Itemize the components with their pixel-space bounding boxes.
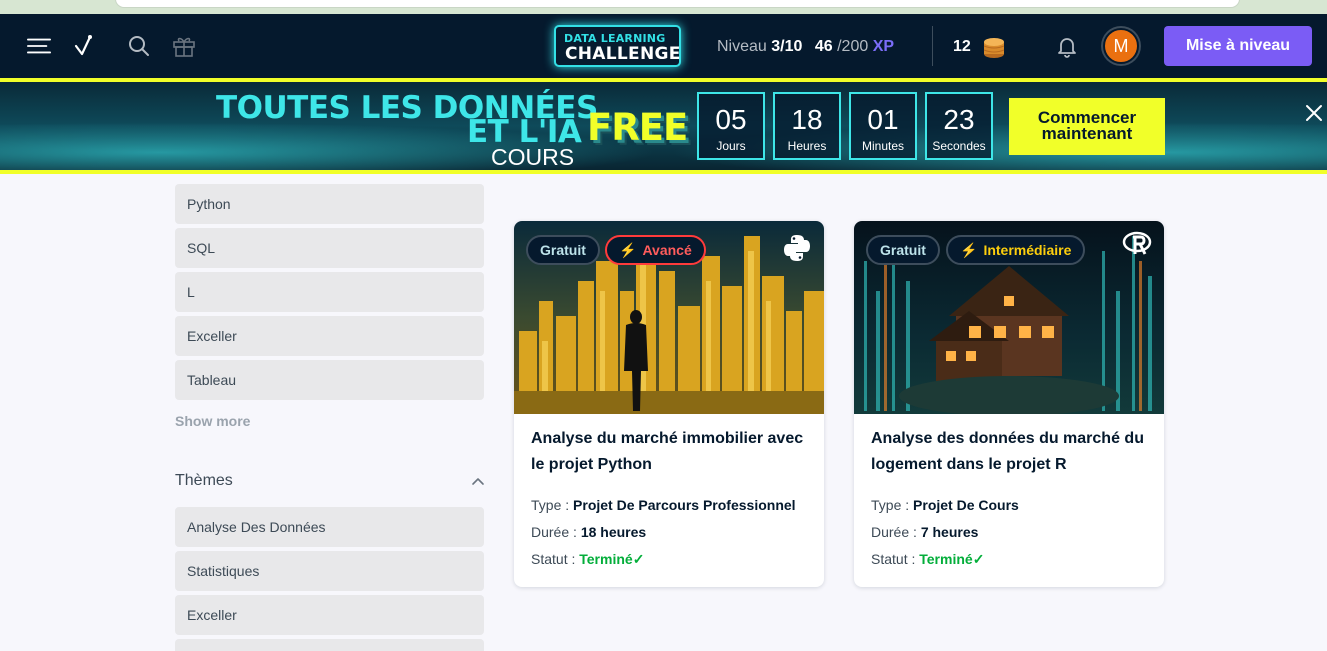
show-more-link[interactable]: Show more xyxy=(175,413,250,429)
nav-divider xyxy=(932,26,933,66)
check-icon: ✓ xyxy=(632,551,645,567)
filter-item-excel[interactable]: Exceller xyxy=(175,316,484,356)
promo-free-label: FREE xyxy=(587,106,688,149)
gift-icon[interactable] xyxy=(172,34,196,58)
level-badge-intermediate: ⚡ Intermédiaire xyxy=(946,235,1086,265)
theme-item-statistics[interactable]: Statistiques xyxy=(175,551,484,591)
type-label: Type : xyxy=(531,497,570,513)
promo-banner: TOUTES LES DONNÉES ET L'IA COURS FREE 05… xyxy=(0,78,1327,174)
status-label: Statut : xyxy=(531,551,576,567)
free-badge: Gratuit xyxy=(866,235,940,265)
filter-item-python[interactable]: Python xyxy=(175,184,484,224)
python-icon xyxy=(782,233,812,263)
duration-value: 7 heures xyxy=(920,524,979,540)
xp-unit: XP xyxy=(872,38,895,55)
level-value: 3/10 xyxy=(771,38,803,55)
card-type: Type : Projet De Parcours Professionnel xyxy=(531,497,796,513)
level-indicator: Niveau 3/10 46 /200 XP xyxy=(717,38,894,56)
search-icon[interactable] xyxy=(127,34,151,58)
timer-hours-unit: Heures xyxy=(787,139,827,153)
status-label: Statut : xyxy=(871,551,916,567)
filter-item-tableau[interactable]: Tableau xyxy=(175,360,484,400)
start-now-button[interactable]: Commencer maintenant xyxy=(1009,98,1165,155)
card-duration: Durée : 7 heures xyxy=(871,524,978,540)
status-value: Terminé xyxy=(579,551,633,567)
upgrade-button[interactable]: Mise à niveau xyxy=(1164,26,1312,66)
timer-hours: 18 Heures xyxy=(773,92,841,160)
type-value: Projet De Cours xyxy=(913,497,1019,513)
timer-days-unit: Jours xyxy=(716,139,746,153)
duration-value: 18 heures xyxy=(580,524,647,540)
logo-line2: CHALLENGE xyxy=(565,44,681,64)
timer-minutes-unit: Minutes xyxy=(861,139,905,153)
timer-seconds-unit: Secondes xyxy=(932,139,986,153)
level-badge-advanced: ⚡ Avancé xyxy=(605,235,706,265)
status-value: Terminé xyxy=(919,551,973,567)
timer-days: 05 Jours xyxy=(697,92,765,160)
promo-headline-line3: COURS xyxy=(491,144,575,170)
level-badge-label: Intermédiaire xyxy=(983,242,1072,258)
theme-item-data-analysis[interactable]: Analyse Des Données xyxy=(175,507,484,547)
lightning-icon: ⚡ xyxy=(960,241,978,258)
lightning-icon: ⚡ xyxy=(619,241,637,258)
xp-current: 46 xyxy=(814,38,833,55)
type-value: Projet De Parcours Professionnel xyxy=(573,497,796,513)
coin-stack-icon xyxy=(982,33,1006,59)
card-duration: Durée : 18 heures xyxy=(531,524,646,540)
xp-max: /200 xyxy=(837,38,869,55)
timer-seconds-value: 23 xyxy=(943,104,975,135)
browser-top-strip xyxy=(0,0,1327,14)
challenge-logo[interactable]: DATA LEARNING CHALLENGE xyxy=(554,25,681,67)
level-badge-label: Avancé xyxy=(642,242,692,258)
datacamp-logo-icon[interactable] xyxy=(72,34,96,58)
project-card[interactable]: Gratuit ⚡ Intermédiaire Analyse des donn… xyxy=(854,221,1164,587)
duration-label: Durée : xyxy=(871,524,917,540)
card-title[interactable]: Analyse du marché immobilier avec le pro… xyxy=(531,426,816,478)
free-badge: Gratuit xyxy=(526,235,600,265)
close-icon[interactable] xyxy=(1305,104,1327,126)
avatar[interactable]: M xyxy=(1103,28,1139,64)
coin-count: 12 xyxy=(953,38,971,55)
timer-hours-value: 18 xyxy=(791,104,823,135)
duration-label: Durée : xyxy=(531,524,577,540)
card-status: Statut : Terminé✓ xyxy=(871,551,984,568)
timer-days-value: 05 xyxy=(715,104,747,135)
project-card[interactable]: Gratuit ⚡ Avancé Analyse du marché immob… xyxy=(514,221,824,587)
browser-address-bar[interactable] xyxy=(115,0,1240,8)
type-label: Type : xyxy=(871,497,910,513)
check-icon: ✓ xyxy=(972,551,985,567)
timer-seconds: 23 Secondes xyxy=(925,92,993,160)
theme-item-excel[interactable]: Exceller xyxy=(175,595,484,635)
themes-section-title[interactable]: Thèmes xyxy=(175,472,233,490)
timer-minutes-value: 01 xyxy=(867,104,899,135)
menu-icon[interactable] xyxy=(27,34,51,58)
top-navigation: DATA LEARNING CHALLENGE Niveau 3/10 46 /… xyxy=(0,14,1327,78)
bell-icon[interactable] xyxy=(1055,34,1079,58)
timer-minutes: 01 Minutes xyxy=(849,92,917,160)
card-type: Type : Projet De Cours xyxy=(871,497,1019,513)
theme-item-partial[interactable] xyxy=(175,639,484,651)
chevron-up-icon[interactable] xyxy=(470,474,486,490)
card-status: Statut : Terminé✓ xyxy=(531,551,644,568)
level-label: Niveau xyxy=(717,38,767,55)
filter-item-r[interactable]: L xyxy=(175,272,484,312)
card-title[interactable]: Analyse des données du marché du logemen… xyxy=(871,426,1156,478)
r-icon xyxy=(1122,231,1152,257)
filter-item-sql[interactable]: SQL xyxy=(175,228,484,268)
